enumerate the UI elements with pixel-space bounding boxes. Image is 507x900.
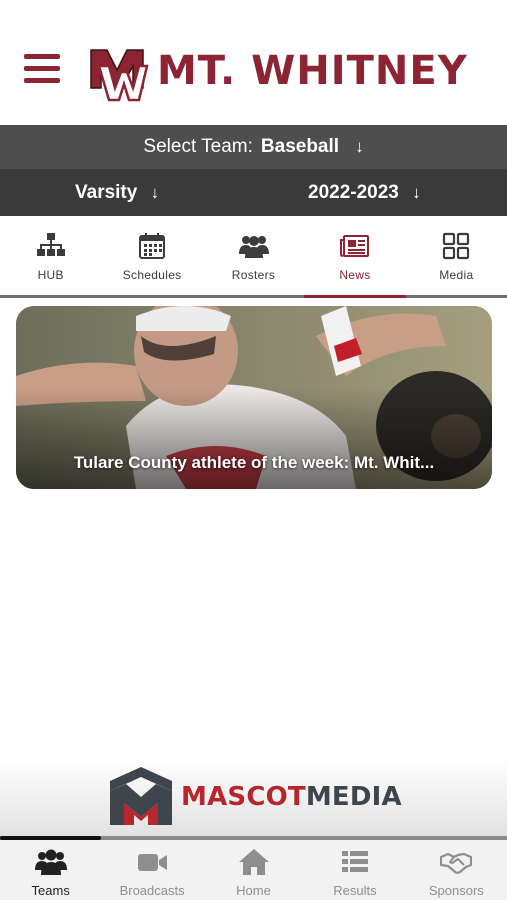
level-select[interactable]: Varsity ↓ <box>75 182 159 204</box>
tab-schedules[interactable]: Schedules <box>101 216 202 295</box>
tab-rosters[interactable]: Rosters <box>203 216 304 295</box>
mascot-media-logo <box>110 767 172 825</box>
app-header: MT. WHITNEY <box>0 0 507 125</box>
arrow-down-icon: ↓ <box>412 183 421 202</box>
nav-label: Sponsors <box>428 883 484 898</box>
group-icon <box>34 849 67 875</box>
tab-label: News <box>339 268 371 282</box>
newspaper-icon <box>339 235 369 257</box>
tab-label: Rosters <box>231 268 276 282</box>
news-card[interactable]: Tulare County athlete of the week: Mt. W… <box>16 306 492 489</box>
brand-part-2: MEDIA <box>305 782 402 812</box>
video-camera-icon <box>138 854 168 871</box>
calendar-icon <box>139 233 166 259</box>
nav-results[interactable]: Results <box>304 840 405 900</box>
season-select-value: 2022-2023 <box>308 182 399 203</box>
news-title: Tulare County athlete of the week: Mt. W… <box>73 453 435 472</box>
menu-icon[interactable] <box>24 54 60 86</box>
sponsor-banner[interactable]: MASCOTMEDIA <box>0 758 507 836</box>
level-season-bar: Varsity ↓ 2022-2023 ↓ <box>0 169 507 216</box>
nav-teams[interactable]: Teams <box>0 840 101 900</box>
section-tabs: HUB Schedules Rosters News Media <box>0 216 507 298</box>
school-logo <box>90 49 149 102</box>
season-select[interactable]: 2022-2023 ↓ <box>308 182 421 204</box>
nav-label: Home <box>236 883 271 898</box>
nav-home[interactable]: Home <box>203 840 304 900</box>
school-name: MT. WHITNEY <box>157 48 468 94</box>
team-select[interactable]: Select Team: Baseball ↓ <box>0 125 507 169</box>
list-icon <box>341 851 368 872</box>
group-icon <box>238 236 269 258</box>
tab-news[interactable]: News <box>304 216 407 298</box>
hierarchy-icon <box>36 233 65 256</box>
handshake-icon <box>440 852 473 874</box>
tab-media[interactable]: Media <box>406 216 507 295</box>
arrow-down-icon: ↓ <box>355 137 364 156</box>
tab-hub[interactable]: HUB <box>0 216 101 295</box>
home-icon <box>238 849 269 875</box>
tab-label: HUB <box>37 268 64 282</box>
brand-part-1: MASCOT <box>181 782 306 812</box>
team-select-label: Select Team: <box>143 136 253 157</box>
nav-label: Results <box>333 883 377 898</box>
nav-sponsors[interactable]: Sponsors <box>406 840 507 900</box>
bottom-nav: Teams Broadcasts Home Results Sponsors <box>0 840 507 900</box>
team-select-value: Baseball <box>260 136 340 157</box>
arrow-down-icon: ↓ <box>150 183 160 202</box>
grid-icon <box>443 232 470 260</box>
tab-label: Schedules <box>122 268 182 282</box>
nav-broadcasts[interactable]: Broadcasts <box>101 840 202 900</box>
nav-label: Teams <box>31 883 70 898</box>
nav-label: Broadcasts <box>119 883 185 898</box>
sponsor-brand: MASCOTMEDIA <box>181 782 402 812</box>
level-select-value: Varsity <box>75 182 138 203</box>
tab-label: Media <box>439 268 474 282</box>
